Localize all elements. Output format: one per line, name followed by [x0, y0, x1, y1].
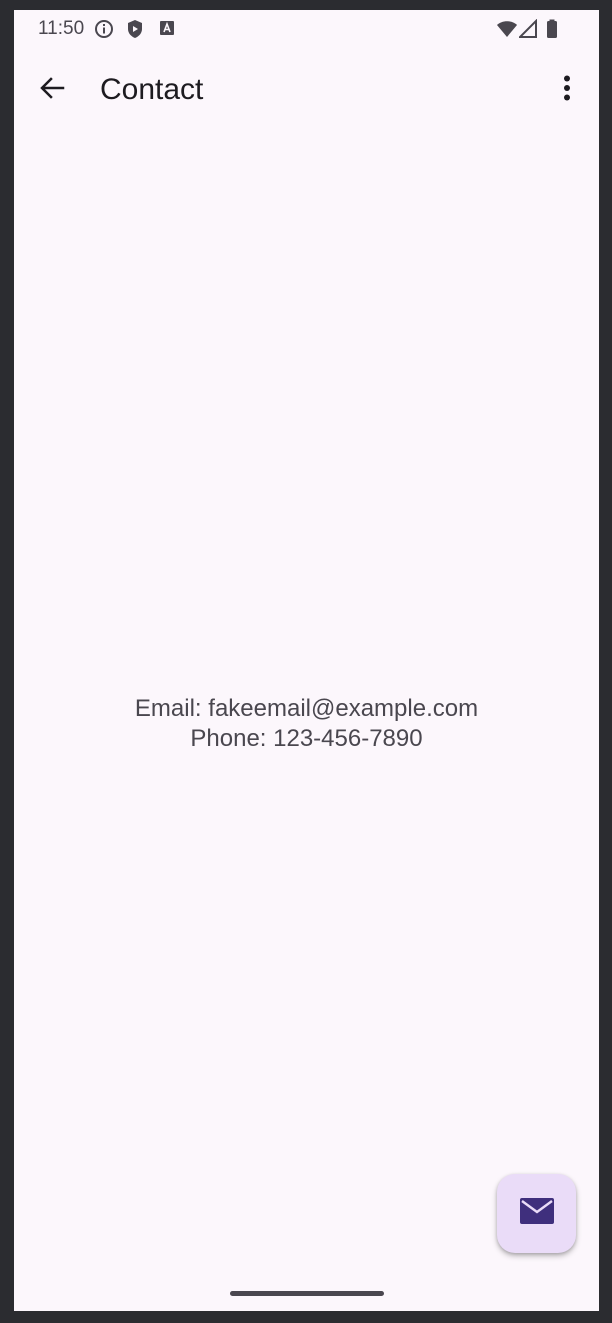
font-a-icon	[159, 19, 175, 42]
home-indicator[interactable]	[230, 1291, 384, 1296]
shield-icon	[126, 19, 144, 44]
wifi-icon	[496, 19, 518, 44]
info-icon	[94, 19, 114, 44]
status-time: 11:50	[38, 18, 85, 39]
status-bar: 11:50	[14, 10, 599, 46]
phone-text: Phone: 123-456-7890	[190, 725, 423, 752]
phone-screen: 11:50 Contact Email: fakeemail@example.c…	[14, 10, 599, 1311]
arrow-back-icon	[38, 74, 66, 107]
more-vert-icon	[563, 75, 571, 106]
email-fab-button[interactable]	[497, 1174, 576, 1253]
contact-info: Email: fakeemail@example.com Phone: 123-…	[14, 694, 599, 754]
email-icon	[519, 1197, 555, 1230]
more-options-button[interactable]	[543, 66, 591, 114]
page-title: Contact	[100, 73, 204, 106]
signal-icon	[517, 18, 537, 44]
app-bar: Contact	[14, 58, 599, 122]
back-button[interactable]	[28, 66, 76, 114]
email-text: Email: fakeemail@example.com	[134, 695, 479, 722]
battery-icon	[546, 19, 558, 44]
